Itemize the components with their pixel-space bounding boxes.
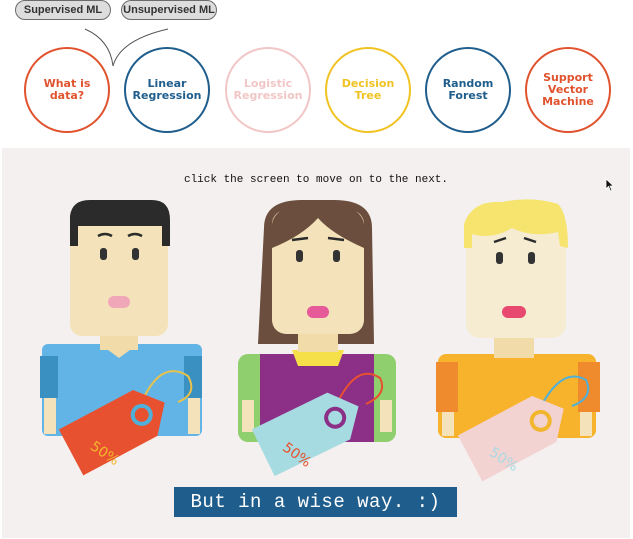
story-stage[interactable]: click the screen to move on to the next. bbox=[2, 148, 630, 538]
message-banner: But in a wise way. :) bbox=[174, 487, 457, 517]
character-blonde bbox=[436, 199, 600, 438]
topic-decision-tree[interactable]: Decision Tree bbox=[325, 47, 411, 133]
topic-navigation: Supervised ML Unsupervised ML What is da… bbox=[0, 0, 633, 146]
topic-logistic-regression[interactable]: Logistic Regression bbox=[225, 47, 311, 133]
topic-random-forest[interactable]: Random Forest bbox=[425, 47, 511, 133]
characters-illustration: 50% 50% 50% bbox=[40, 199, 600, 482]
mouse-pointer-icon bbox=[605, 178, 615, 192]
topic-what-is-data[interactable]: What is data? bbox=[24, 47, 110, 133]
topic-linear-regression[interactable]: Linear Regression bbox=[124, 47, 210, 133]
topic-support-vector-machine[interactable]: Support Vector Machine bbox=[525, 47, 611, 133]
